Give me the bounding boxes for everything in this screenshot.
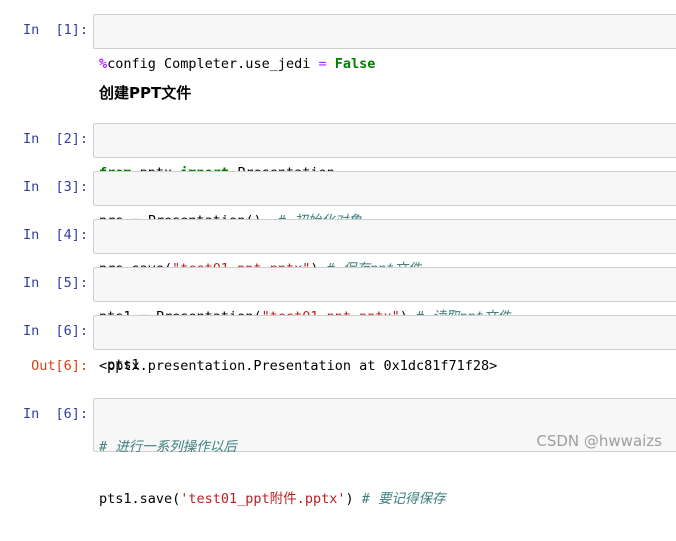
input-prompt-7: In [6]: xyxy=(22,406,88,422)
code-cell-2[interactable]: from pptx import Presentation xyxy=(93,123,676,181)
code-cell-5[interactable]: pts1 = Presentation("test01_ppt.pptx") #… xyxy=(93,267,676,325)
watermark: CSDN @hwwaizs xyxy=(536,432,662,450)
input-prompt-6: In [6]: xyxy=(22,323,88,339)
code-line: %config Completer.use_jedi = False xyxy=(99,54,676,74)
code-token: config Completer.use_jedi xyxy=(107,56,319,72)
code-token: ) xyxy=(345,491,362,507)
code-token: 'test01_ppt附件.pptx' xyxy=(180,491,346,507)
input-prompt-3: In [3]: xyxy=(22,179,88,195)
code-token: = xyxy=(318,56,327,72)
code-token: # 要记得保存 xyxy=(361,491,446,507)
code-line: pts1.save('test01_ppt附件.pptx') # 要记得保存 xyxy=(99,489,676,509)
input-prompt-5: In [5]: xyxy=(22,275,88,291)
code-token: # 进行一系列操作以后 xyxy=(99,439,237,455)
input-prompt-2: In [2]: xyxy=(22,131,88,147)
input-prompt-1: In [1]: xyxy=(22,22,88,38)
code-cell-1[interactable]: %config Completer.use_jedi = False xyxy=(93,14,676,72)
cell-output-6: <pptx.presentation.Presentation at 0x1dc… xyxy=(99,358,498,374)
code-cell-3[interactable]: prs = Presentation() # 初始化对象 xyxy=(93,171,676,229)
output-prompt-6: Out[6]: xyxy=(31,358,88,374)
markdown-heading: 创建PPT文件 xyxy=(99,84,192,102)
code-cell-6[interactable]: pts1 xyxy=(93,315,676,373)
input-prompt-4: In [4]: xyxy=(22,227,88,243)
code-token: % xyxy=(99,56,108,72)
code-cell-4[interactable]: prs.save("test01_ppt.pptx") # 保存ppt文件 xyxy=(93,219,676,277)
code-token: False xyxy=(326,56,376,72)
code-token: pts1.save( xyxy=(99,491,181,507)
